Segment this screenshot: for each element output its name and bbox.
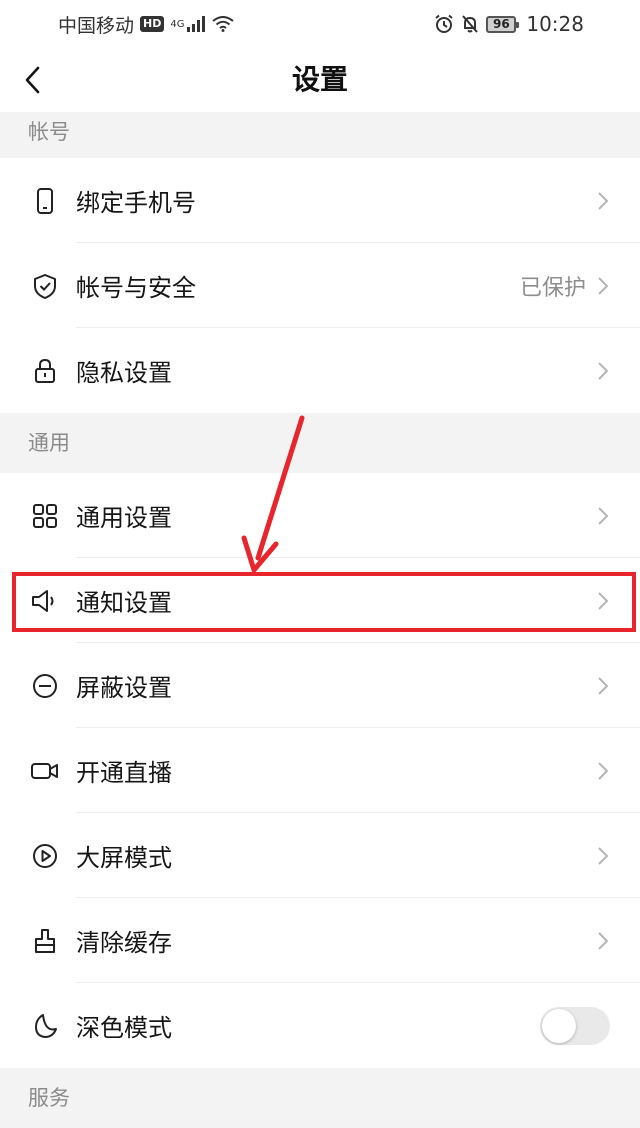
chevron-right-icon — [598, 846, 609, 865]
settings-item-label: 通知设置 — [76, 589, 172, 617]
toggle-knob — [542, 1008, 576, 1043]
page-title: 设置 — [291, 63, 348, 96]
brush-icon — [35, 928, 55, 953]
bell-muted-icon — [462, 15, 479, 33]
moon-icon — [35, 1013, 57, 1038]
settings-item-label: 开通直播 — [76, 759, 172, 787]
section-header-services: 服务 — [0, 1068, 640, 1128]
block-icon — [33, 673, 57, 698]
settings-item-general[interactable]: 通用设置 — [0, 473, 640, 558]
chevron-right-icon — [598, 931, 609, 950]
lock-icon — [35, 358, 55, 383]
settings-item-label: 屏蔽设置 — [76, 674, 172, 702]
settings-item-large-screen[interactable]: 大屏模式 — [0, 813, 640, 898]
settings-item-privacy[interactable]: 隐私设置 — [0, 328, 640, 413]
network-type: 4G — [170, 18, 185, 30]
signal-icon — [187, 16, 206, 32]
shield-icon — [34, 273, 56, 299]
settings-item-label: 绑定手机号 — [76, 189, 196, 217]
settings-item-label: 通用设置 — [76, 504, 172, 532]
alarm-icon — [435, 14, 453, 33]
settings-item-clear-cache[interactable]: 清除缓存 — [0, 898, 640, 983]
settings-item-label: 大屏模式 — [76, 844, 172, 872]
chevron-right-icon — [598, 506, 609, 525]
chevron-right-icon — [598, 761, 609, 780]
phone-icon — [37, 187, 53, 214]
nav-bar: 设置 — [0, 48, 640, 112]
settings-item-notifications[interactable]: 通知设置 — [0, 558, 640, 643]
chevron-right-icon — [598, 276, 609, 295]
section-header-account: 帐号 — [0, 112, 640, 158]
chevron-right-icon — [598, 191, 609, 210]
speaker-icon — [32, 589, 54, 612]
battery-icon: 96 — [486, 15, 520, 33]
video-camera-icon — [31, 762, 58, 779]
wifi-icon — [212, 16, 235, 32]
settings-item-label: 清除缓存 — [76, 929, 172, 957]
play-icon — [33, 843, 57, 868]
settings-item-live[interactable]: 开通直播 — [0, 728, 640, 813]
carrier-name: 中国移动 — [58, 14, 135, 37]
settings-item-label: 隐私设置 — [76, 359, 172, 387]
status-right: 96 10:28 — [434, 12, 584, 36]
chevron-right-icon — [598, 361, 609, 380]
settings-item-block[interactable]: 屏蔽设置 — [0, 643, 640, 728]
settings-item-value: 已保护 — [519, 275, 586, 301]
dark-mode-toggle[interactable] — [540, 1006, 610, 1045]
chevron-right-icon — [598, 591, 609, 610]
settings-item-dark-mode: 深色模式 — [0, 983, 640, 1068]
hd-badge: HD — [140, 16, 165, 32]
grid-icon — [33, 503, 57, 528]
status-bar: 中国移动 HD 4G 96 10:28 — [0, 0, 640, 48]
settings-item-label: 帐号与安全 — [76, 274, 196, 302]
settings-list: 帐号 绑定手机号 帐号与安全 已保护 隐私设置 通用 通用设置 通知设置 屏蔽设… — [0, 112, 640, 1128]
settings-item-account-security[interactable]: 帐号与安全 已保护 — [0, 243, 640, 328]
status-left: 中国移动 HD 4G — [58, 11, 235, 38]
section-header-general: 通用 — [0, 413, 640, 473]
chevron-right-icon — [598, 676, 609, 695]
settings-item-label: 深色模式 — [76, 1014, 172, 1042]
settings-item-bind-phone[interactable]: 绑定手机号 — [0, 158, 640, 243]
clock-time: 10:28 — [526, 12, 584, 36]
